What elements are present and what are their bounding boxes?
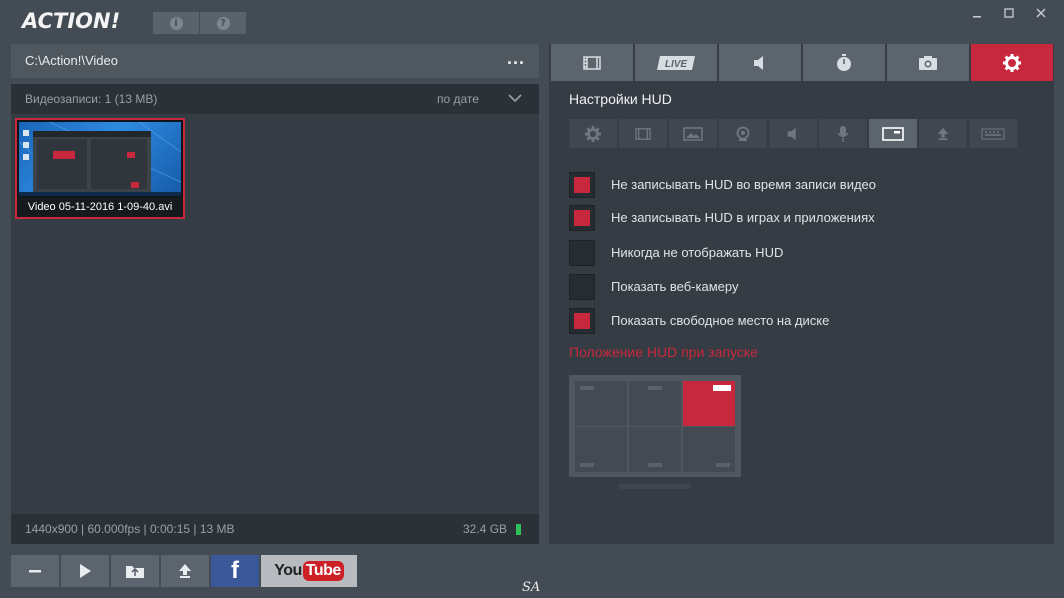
hud-position-top-center[interactable] [629, 381, 681, 426]
info-icon: i [169, 16, 183, 30]
microphone-icon [837, 125, 849, 142]
recordings-list: Video 05-11-2016 1-09-40.avi [11, 114, 539, 514]
tab-audio[interactable] [719, 44, 801, 81]
option-show-webcam[interactable]: Показать веб-камеру [569, 274, 1029, 300]
tab-video[interactable] [551, 44, 633, 81]
hud-position-selector [569, 375, 741, 477]
hud-position-title: Положение HUD при запуске [569, 344, 758, 360]
close-icon [1036, 8, 1046, 18]
subtab-video[interactable] [619, 119, 667, 148]
webcam-icon [736, 126, 750, 141]
option-label: Показать веб-камеру [611, 279, 739, 294]
recording-info: 1440x900 | 60.000fps | 0:00:15 | 13 MB [25, 522, 235, 536]
upload-icon [179, 564, 191, 578]
camera-icon [919, 55, 937, 70]
option-label: Никогда не отображать HUD [611, 245, 784, 260]
subtab-hud[interactable] [869, 119, 917, 148]
folder-path-bar: C:\Action!\Video ... [11, 44, 539, 78]
facebook-button[interactable]: f [211, 555, 259, 587]
hud-icon [882, 126, 904, 141]
hud-position-top-left[interactable] [575, 381, 627, 426]
tab-benchmark[interactable] [803, 44, 885, 81]
subtab-audio[interactable] [769, 119, 817, 148]
checkbox[interactable] [569, 240, 595, 266]
checkbox[interactable] [569, 205, 595, 231]
monitor-stand [619, 484, 691, 489]
stopwatch-icon [837, 53, 851, 71]
tab-settings[interactable] [971, 44, 1053, 81]
recording-preview-image [19, 122, 181, 196]
browse-folder-button[interactable]: ... [507, 48, 525, 69]
tab-live[interactable]: LIVE [635, 44, 717, 81]
option-label: Показать свободное место на диске [611, 313, 830, 328]
speaker-icon [787, 127, 796, 140]
open-folder-icon [126, 566, 144, 578]
image-icon [683, 126, 703, 141]
facebook-icon: f [231, 557, 239, 584]
option-no-record-hud-in-games[interactable]: Не записывать HUD в играх и приложениях [569, 205, 1029, 231]
film-icon [583, 55, 601, 70]
subtab-general[interactable] [569, 119, 617, 148]
maximize-button[interactable] [994, 4, 1024, 22]
hud-position-bottom-right[interactable] [683, 427, 735, 472]
option-label: Не записывать HUD во время записи видео [611, 177, 877, 192]
disk-space-indicator [516, 524, 521, 535]
disk-free-space: 32.4 GB [463, 522, 508, 536]
youtube-icon: You [274, 562, 302, 579]
checkbox[interactable] [569, 172, 595, 198]
title-bar: ACTION! i ? [0, 0, 1064, 40]
page-title: Настройки HUD [569, 91, 672, 107]
subtab-webcam[interactable] [719, 119, 767, 148]
folder-path: C:\Action!\Video [25, 53, 118, 68]
checkbox[interactable] [569, 308, 595, 334]
recording-filename: Video 05-11-2016 1-09-40.avi [17, 197, 183, 217]
live-label: LIVE [665, 59, 688, 70]
minimize-button[interactable] [962, 4, 992, 22]
recording-thumbnail[interactable]: Video 05-11-2016 1-09-40.avi [15, 118, 185, 219]
play-icon [80, 564, 91, 578]
subtab-image[interactable] [669, 119, 717, 148]
play-button[interactable] [61, 555, 109, 587]
option-label: Не записывать HUD в играх и приложениях [611, 210, 875, 225]
youtube-logo-tube: Tube [302, 561, 344, 581]
keyboard-icon [981, 128, 1005, 139]
recording-info-bar: 1440x900 | 60.000fps | 0:00:15 | 13 MB 3… [11, 514, 539, 544]
tab-screenshots[interactable] [887, 44, 969, 81]
open-folder-button[interactable] [111, 555, 159, 587]
signature-text: SA [522, 580, 541, 595]
upload-button[interactable] [161, 555, 209, 587]
delete-button[interactable] [11, 555, 59, 587]
live-icon: LIVE [657, 55, 695, 70]
speaker-icon [754, 55, 763, 70]
option-no-record-hud-while-recording[interactable]: Не записывать HUD во время записи видео [569, 172, 1029, 198]
hud-position-top-right[interactable] [683, 381, 735, 426]
hud-position-bottom-left[interactable] [575, 427, 627, 472]
close-button[interactable] [1026, 4, 1056, 22]
gear-icon [585, 125, 601, 142]
minus-icon [29, 570, 41, 573]
film-icon [635, 127, 651, 140]
checkbox[interactable] [569, 274, 595, 300]
subtab-upload[interactable] [919, 119, 967, 148]
app-logo: ACTION! [22, 9, 121, 33]
recordings-header: Видеозаписи: 1 (13 MB) по дате [11, 84, 539, 114]
help-icon: ? [216, 16, 230, 30]
option-show-free-disk-space[interactable]: Показать свободное место на диске [569, 308, 1029, 334]
subtab-microphone[interactable] [819, 119, 867, 148]
option-never-show-hud[interactable]: Никогда не отображать HUD [569, 240, 1029, 266]
maximize-icon [1004, 8, 1014, 18]
gear-icon [1003, 53, 1021, 72]
info-button[interactable]: i [153, 12, 199, 34]
subtab-hotkeys[interactable] [969, 119, 1017, 148]
recordings-count: Видеозаписи: 1 (13 MB) [25, 92, 158, 106]
help-button[interactable]: ? [200, 12, 246, 34]
sort-dropdown[interactable]: по дате [437, 92, 479, 106]
upload-icon [937, 127, 949, 140]
minimize-icon [973, 16, 981, 18]
youtube-button[interactable]: You Tube [261, 555, 357, 587]
hud-position-bottom-center[interactable] [629, 427, 681, 472]
chevron-down-icon[interactable] [507, 91, 523, 105]
